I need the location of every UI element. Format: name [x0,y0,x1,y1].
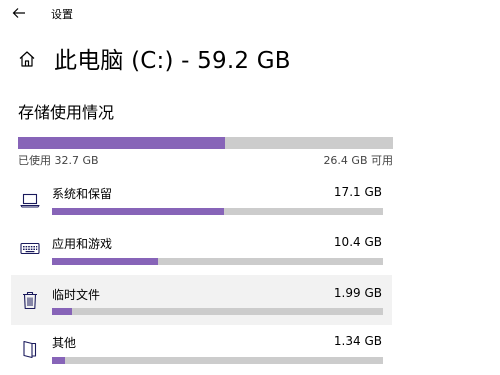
category-size: 1.34 GB [333,334,382,348]
free-space-label: 26.4 GB 可用 [323,154,393,167]
category-name: 系统和保留 [52,187,113,201]
category-bar-fill [52,308,72,315]
back-button[interactable] [8,2,30,24]
document-icon [23,340,37,359]
back-arrow-icon [12,8,25,18]
category-name: 应用和游戏 [52,237,113,251]
overall-usage-bar [18,137,393,149]
category-bar-fill [52,258,158,265]
used-space-label: 已使用 32.7 GB [18,154,99,167]
category-bar [52,308,383,315]
category-row-temp-files[interactable]: 临时文件 1.99 GB [11,275,392,325]
settings-window: 设置 此电脑 (C:) - 59.2 GB 存储使用情况 已使用 32.7 GB… [0,0,500,375]
category-size: 17.1 GB [333,185,382,199]
title-bar: 设置 [0,0,500,28]
category-row-system[interactable]: 系统和保留 17.1 GB [11,176,392,226]
category-bar [52,208,383,215]
category-bar [52,258,383,265]
page-title: 此电脑 (C:) - 59.2 GB [54,48,291,74]
overall-usage-fill [18,137,225,149]
category-row-apps[interactable]: 应用和游戏 10.4 GB [11,226,392,276]
home-icon[interactable] [18,50,36,68]
category-row-other[interactable]: 其他 1.34 GB [11,325,392,375]
category-size: 1.99 GB [333,286,382,300]
keyboard-icon [20,242,40,255]
window-title: 设置 [51,8,73,21]
category-name: 其他 [52,336,77,350]
trash-icon [23,291,37,310]
category-bar-fill [52,208,225,215]
section-title: 存储使用情况 [18,103,115,122]
category-bar [52,357,383,364]
category-name: 临时文件 [52,288,101,302]
laptop-icon [20,193,40,208]
category-size: 10.4 GB [333,235,382,249]
category-bar-fill [52,357,66,364]
